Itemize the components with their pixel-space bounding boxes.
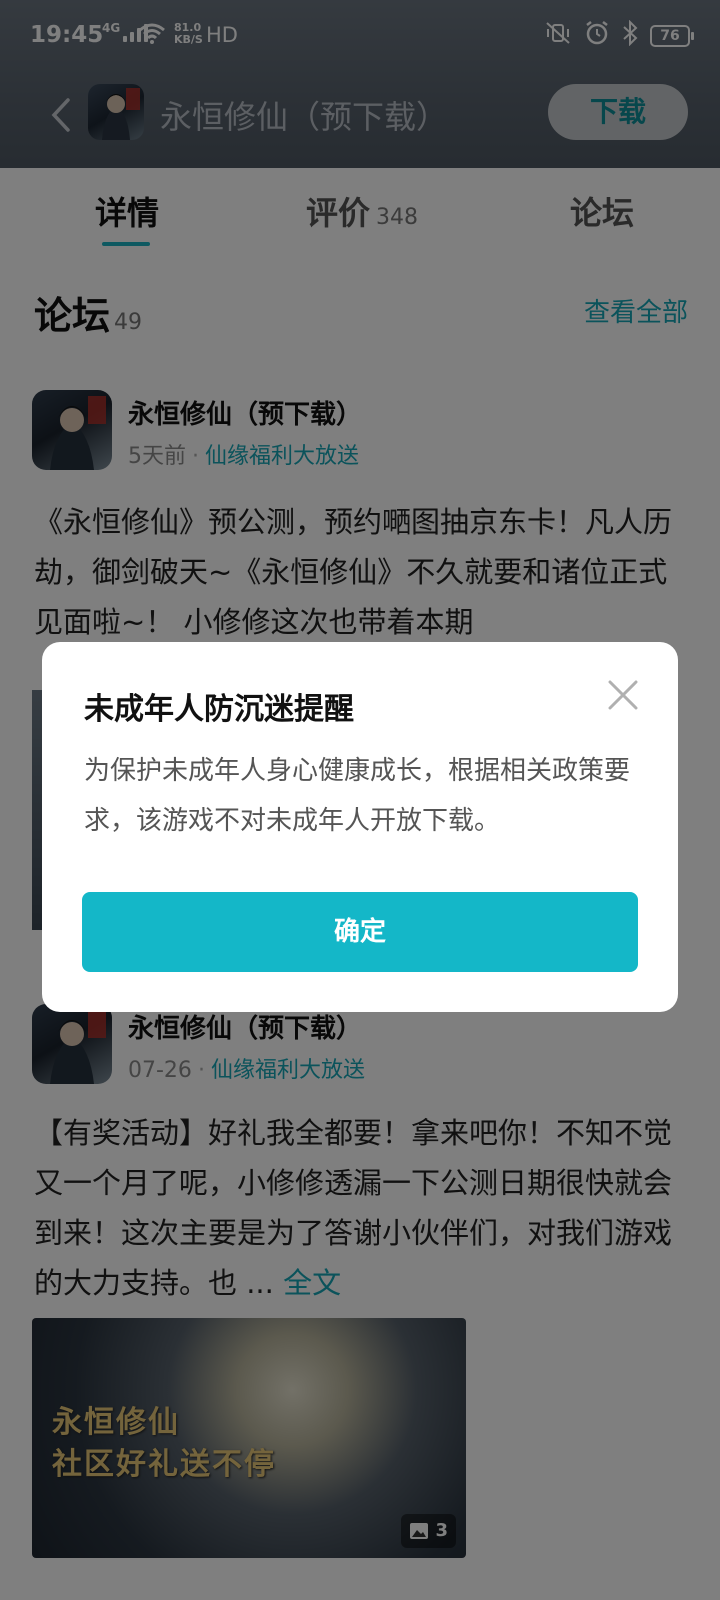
dialog-title: 未成年人防沉迷提醒 <box>84 692 354 727</box>
app-screen: 19:45 4G 81.0 KB/S HD <box>0 0 720 1600</box>
anti-addiction-dialog: 未成年人防沉迷提醒 为保护未成年人身心健康成长，根据相关政策要求，该游戏不对未成… <box>42 642 678 1012</box>
dialog-message: 为保护未成年人身心健康成长，根据相关政策要求，该游戏不对未成年人开放下载。 <box>84 756 631 836</box>
close-button[interactable] <box>604 676 642 714</box>
confirm-button[interactable]: 确定 <box>82 892 638 972</box>
close-icon <box>608 680 638 710</box>
